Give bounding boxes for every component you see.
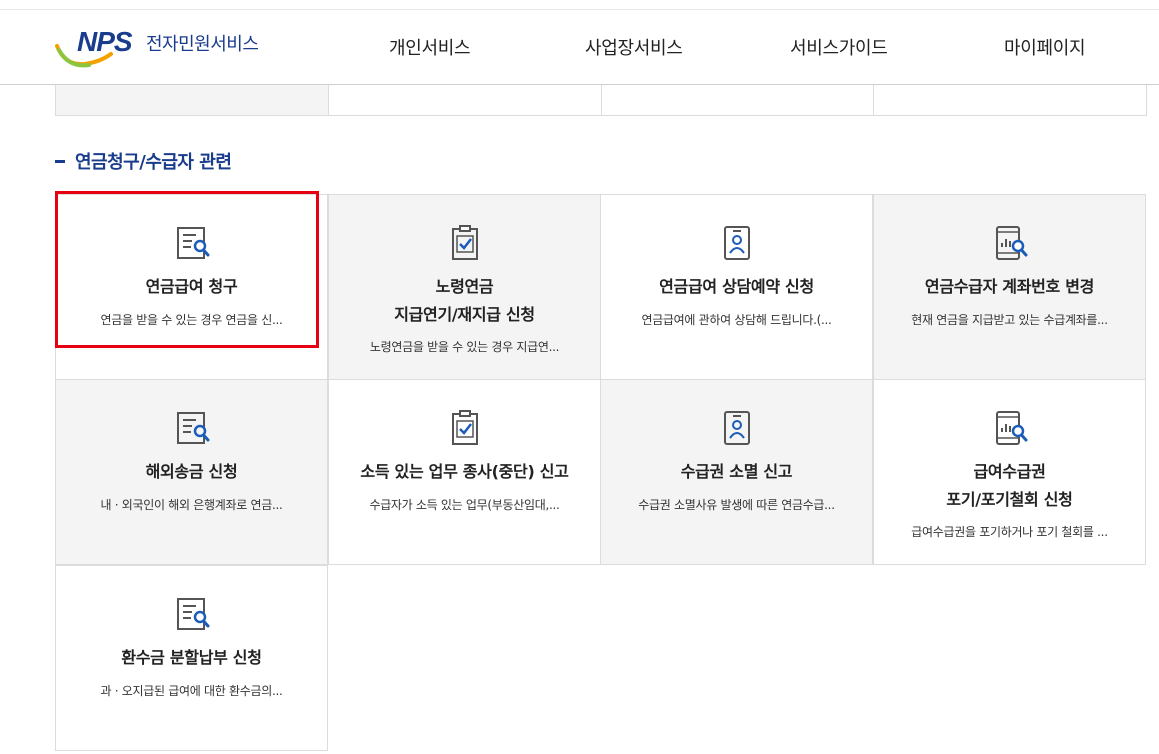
section-dash-icon bbox=[55, 160, 65, 163]
card-old-age-pension-deferral[interactable]: 노령연금 지급연기/재지급 신청 노령연금을 받을 수 있는 경우 지급연... bbox=[328, 194, 601, 380]
card-description: 연금급여에 관하여 상담해 드립니다.(... bbox=[641, 313, 832, 327]
card-description: 수급자가 소득 있는 업무(부동산임대,... bbox=[369, 498, 560, 512]
card-title: 수급권 소멸 신고 bbox=[680, 462, 793, 481]
logo-nps-text: NPS bbox=[77, 26, 133, 57]
card-title-line: 포기/포기철회 신청 bbox=[946, 490, 1073, 509]
card-title: 소득 있는 업무 종사(중단) 신고 bbox=[360, 462, 569, 481]
card-overseas-remittance[interactable]: 해외송금 신청 내 · 외국인이 해외 은행계좌로 연금... bbox=[55, 379, 328, 565]
logo-service-name: 전자민원서비스 bbox=[146, 34, 259, 55]
site-header: NPS 전자민원서비스 개인서비스 사업장서비스 서비스가이드 마이페이지 bbox=[0, 0, 1159, 85]
card-description: 현재 연금을 지급받고 있는 수급계좌를... bbox=[911, 313, 1108, 327]
card-description: 급여수급권을 포기하거나 포기 철회를 ... bbox=[911, 525, 1108, 539]
card-description: 노령연금을 받을 수 있는 경우 지급연... bbox=[369, 340, 560, 354]
document-search-icon bbox=[176, 227, 209, 259]
card-consultation-reservation[interactable]: 연금급여 상담예약 신청 연금급여에 관하여 상담해 드립니다.(... bbox=[600, 194, 873, 380]
card-benefit-waiver[interactable]: 급여수급권 포기/포기철회 신청 급여수급권을 포기하거나 포기 철회를 ... bbox=[873, 379, 1146, 565]
card-title: 노령연금 지급연기/재지급 신청 bbox=[339, 273, 590, 329]
card-title-line: 급여수급권 bbox=[973, 462, 1046, 481]
document-search-icon bbox=[176, 412, 209, 444]
card-title: 해외송금 신청 bbox=[145, 462, 238, 481]
card-pension-claim[interactable]: 연금급여 청구 연금을 받을 수 있는 경우 연금을 신... bbox=[55, 194, 328, 380]
previous-card[interactable] bbox=[601, 85, 875, 115]
previous-card[interactable] bbox=[328, 85, 602, 115]
card-title-line: 노령연금 bbox=[435, 277, 494, 296]
id-badge-icon bbox=[723, 411, 750, 445]
card-description: 내 · 외국인이 해외 은행계좌로 연금... bbox=[100, 498, 283, 512]
clipboard-check-icon bbox=[451, 410, 478, 445]
nps-logo[interactable]: NPS 전자민원서비스 bbox=[55, 24, 285, 70]
previous-card-row bbox=[55, 85, 1147, 116]
mobile-chart-search-icon bbox=[995, 411, 1027, 445]
card-installment-repayment[interactable]: 환수금 분할납부 신청 과 · 오지급된 급여에 대한 환수금의... bbox=[55, 565, 328, 751]
nav-business-service[interactable]: 사업장서비스 bbox=[585, 34, 683, 60]
nav-personal-service[interactable]: 개인서비스 bbox=[389, 34, 471, 60]
card-description: 과 · 오지급된 급여에 대한 환수금의... bbox=[100, 684, 283, 698]
previous-card[interactable] bbox=[56, 85, 329, 115]
card-title: 연금급여 청구 bbox=[145, 277, 238, 296]
nav-service-guide[interactable]: 서비스가이드 bbox=[790, 34, 888, 60]
document-search-icon bbox=[176, 598, 209, 630]
card-title: 환수금 분할납부 신청 bbox=[121, 648, 262, 667]
previous-card[interactable] bbox=[874, 85, 1146, 115]
card-entitlement-extinction-report[interactable]: 수급권 소멸 신고 수급권 소멸사유 발생에 따른 연금수급... bbox=[600, 379, 873, 565]
card-description: 연금을 받을 수 있는 경우 연금을 신... bbox=[100, 313, 283, 327]
card-income-work-report[interactable]: 소득 있는 업무 종사(중단) 신고 수급자가 소득 있는 업무(부동산임대,.… bbox=[328, 379, 601, 565]
card-account-number-change[interactable]: 연금수급자 계좌번호 변경 현재 연금을 지급받고 있는 수급계좌를... bbox=[873, 194, 1146, 380]
section-title-text: 연금청구/수급자 관련 bbox=[75, 152, 232, 173]
header-divider bbox=[0, 9, 1159, 10]
card-title-line: 지급연기/재지급 신청 bbox=[394, 305, 535, 324]
mobile-chart-search-icon bbox=[995, 226, 1027, 260]
section-title: 연금청구/수급자 관련 bbox=[55, 148, 232, 174]
card-title: 연금급여 상담예약 신청 bbox=[659, 277, 814, 296]
card-description: 수급권 소멸사유 발생에 따른 연금수급... bbox=[638, 498, 835, 512]
nav-my-page[interactable]: 마이페이지 bbox=[1004, 34, 1086, 60]
card-title: 급여수급권 포기/포기철회 신청 bbox=[884, 458, 1135, 514]
card-title: 연금수급자 계좌번호 변경 bbox=[924, 277, 1095, 296]
id-badge-icon bbox=[723, 226, 750, 260]
clipboard-check-icon bbox=[451, 225, 478, 260]
